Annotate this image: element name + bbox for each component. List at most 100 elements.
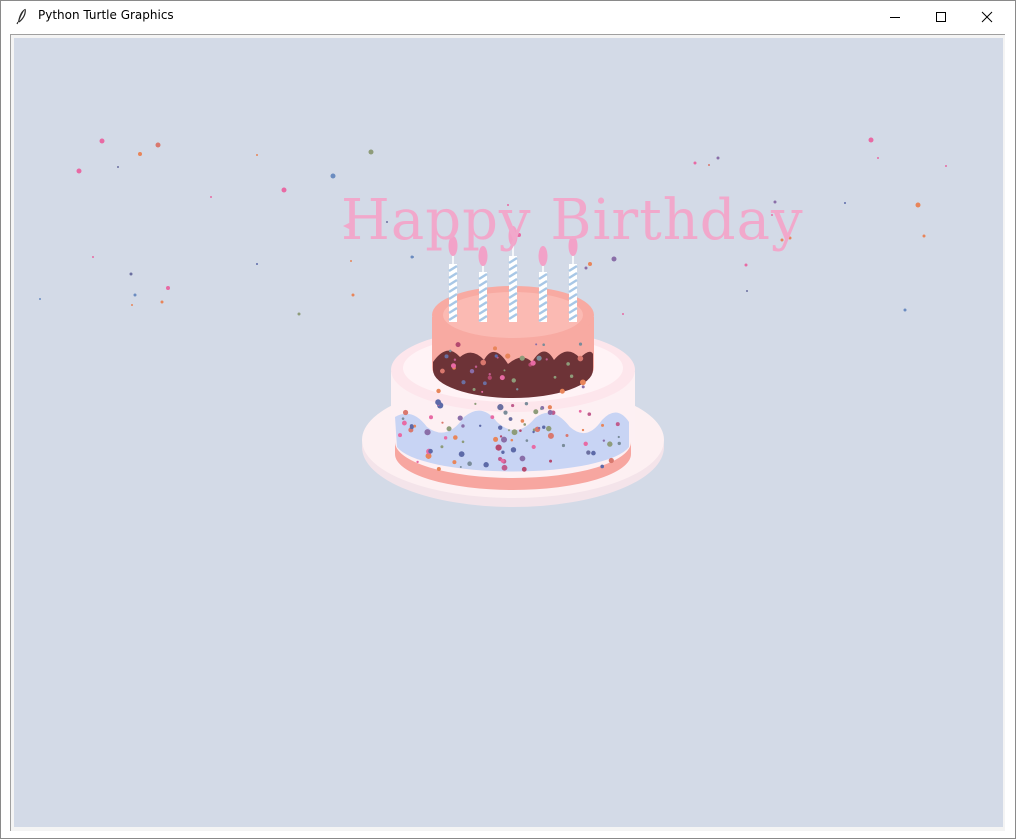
confetti-dot	[155, 142, 161, 148]
confetti-dot	[744, 263, 748, 267]
sprinkle	[508, 417, 513, 421]
confetti-dot	[39, 298, 41, 300]
sprinkle	[519, 429, 522, 432]
sprinkle	[455, 342, 461, 348]
confetti-dot	[297, 312, 301, 316]
sprinkle	[401, 417, 405, 420]
confetti-dot	[844, 202, 846, 204]
sprinkle	[586, 450, 591, 455]
sprinkle	[530, 360, 536, 366]
sprinkle	[501, 450, 505, 454]
sprinkle	[608, 457, 614, 464]
sprinkle	[542, 425, 546, 429]
sprinkle	[402, 409, 409, 416]
sprinkle	[503, 369, 506, 372]
sprinkle	[429, 415, 434, 420]
sprinkle	[436, 388, 441, 394]
sprinkle	[542, 343, 545, 347]
confetti-dot	[922, 234, 926, 238]
confetti-dot	[117, 166, 119, 168]
sprinkle	[540, 407, 543, 410]
sprinkle	[483, 462, 489, 468]
confetti-dot	[131, 304, 133, 306]
confetti-dot	[877, 157, 879, 159]
confetti-dot	[746, 290, 748, 292]
sprinkle	[511, 429, 518, 436]
confetti-dot	[210, 196, 212, 198]
sprinkle	[519, 455, 526, 462]
sprinkle	[559, 388, 565, 394]
sprinkle	[450, 363, 456, 369]
turtle-canvas[interactable]: Happy Birthday	[14, 38, 1003, 827]
confetti-dot	[584, 266, 588, 270]
sprinkle	[536, 355, 542, 361]
sprinkle	[458, 451, 465, 458]
sprinkle	[469, 368, 475, 374]
sprinkle	[519, 355, 525, 361]
turtle-window: Python Turtle Graphics Happy Birthday	[0, 0, 1016, 839]
sprinkle	[435, 399, 442, 406]
confetti-dot	[330, 173, 336, 179]
sprinkle	[578, 409, 582, 413]
close-icon	[981, 11, 993, 22]
confetti-dot	[129, 272, 133, 276]
sprinkle	[511, 378, 516, 383]
sprinkle	[440, 368, 445, 374]
sprinkle	[511, 403, 515, 408]
feather-icon	[16, 8, 26, 25]
sprinkle	[578, 342, 583, 346]
confetti-dot	[160, 300, 164, 304]
sprinkle	[503, 410, 508, 415]
sprinkle	[546, 425, 552, 432]
confetti-dot	[256, 263, 258, 265]
sprinkle	[601, 423, 605, 427]
sprinkle	[494, 354, 498, 358]
confetti-dot	[99, 138, 105, 144]
sprinkle	[487, 375, 492, 380]
sprinkle	[501, 436, 508, 443]
title-bar[interactable]: Python Turtle Graphics	[1, 1, 1015, 32]
confetti-dot	[133, 293, 137, 297]
happy-birthday-text: Happy Birthday	[341, 188, 804, 253]
sprinkle	[547, 409, 553, 415]
sprinkle	[444, 354, 449, 359]
confetti-dot	[693, 161, 697, 165]
maximize-button[interactable]	[918, 1, 964, 32]
sprinkle	[493, 346, 498, 351]
confetti-dot	[716, 156, 720, 160]
sprinkle	[615, 422, 620, 427]
sprinkle	[474, 402, 477, 405]
sprinkle	[600, 464, 605, 469]
confetti-dot	[76, 168, 82, 174]
sprinkle	[461, 380, 466, 385]
close-button[interactable]	[964, 1, 1010, 32]
confetti-dot	[350, 260, 352, 262]
canvas-frame: Happy Birthday	[10, 34, 1005, 831]
sprinkle	[587, 412, 592, 416]
sprinkle	[510, 447, 517, 453]
confetti-dot	[368, 149, 374, 155]
sprinkle	[524, 401, 529, 406]
sprinkle	[499, 375, 505, 381]
sprinkle	[488, 373, 491, 376]
sprinkle	[617, 441, 621, 446]
sprinkle	[505, 353, 511, 359]
sprinkle	[510, 438, 514, 442]
sprinkle	[448, 349, 452, 353]
sprinkle	[424, 429, 431, 436]
sprinkle	[398, 433, 403, 438]
minimize-icon	[890, 16, 900, 18]
confetti-dot	[281, 187, 287, 193]
confetti-dot	[708, 164, 710, 166]
minimize-button[interactable]	[872, 1, 918, 32]
sprinkle	[443, 436, 448, 440]
sprinkle	[581, 385, 585, 389]
sprinkle	[547, 405, 552, 410]
sprinkle	[495, 444, 502, 451]
sprinkle	[553, 375, 557, 379]
confetti-dot	[351, 293, 355, 297]
confetti-dot	[945, 165, 947, 167]
sprinkle	[533, 409, 539, 415]
confetti-dot	[868, 137, 874, 143]
confetti-dot	[256, 154, 258, 156]
